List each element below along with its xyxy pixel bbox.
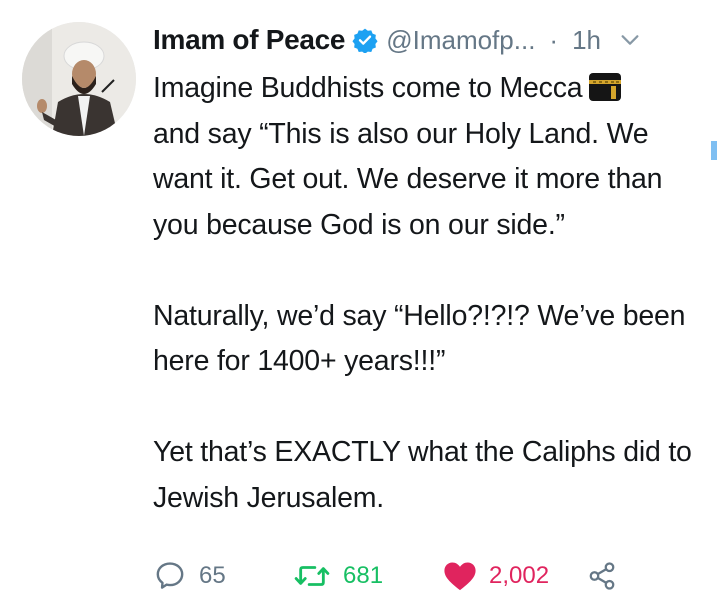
author-name[interactable]: Imam of Peace: [153, 24, 346, 56]
tweet-actions: 65 681 2,002: [153, 556, 623, 596]
verified-badge-icon: [352, 27, 378, 53]
scroll-indicator: [711, 141, 717, 160]
tweet-paragraph: Naturally, we’d say “Hello?!?!? We’ve be…: [153, 299, 686, 378]
retweet-count: 681: [343, 562, 384, 589]
retweet-icon: [293, 559, 331, 593]
tweet-paragraph: Yet that’s EXACTLY what the Caliphs did …: [153, 436, 692, 514]
reply-button[interactable]: 65: [153, 556, 226, 596]
header-separator: ·: [549, 24, 559, 55]
heart-icon: [443, 560, 477, 592]
kaaba-emoji-icon: [588, 71, 622, 103]
share-button[interactable]: [587, 556, 617, 596]
tweet-text: Imagine Buddhists come to Mecca and say …: [153, 66, 708, 521]
tweet-header: Imam of Peace @Imamofp... · 1h: [153, 18, 713, 62]
like-count: 2,002: [489, 562, 550, 589]
tweet-paragraph: and say “This is also our Holy Land. We …: [153, 117, 663, 241]
reply-icon: [153, 559, 187, 593]
share-icon: [587, 560, 617, 592]
chevron-down-icon[interactable]: [619, 29, 641, 51]
tweet-timestamp[interactable]: 1h: [572, 25, 601, 56]
avatar[interactable]: [22, 22, 136, 136]
avatar-photo: [22, 22, 136, 136]
reply-count: 65: [199, 562, 226, 589]
author-handle[interactable]: @Imamofp...: [386, 25, 535, 56]
tweet-paragraph: Imagine Buddhists come to Mecca: [153, 66, 708, 112]
retweet-button[interactable]: 681: [293, 556, 383, 596]
like-button[interactable]: 2,002: [443, 556, 549, 596]
